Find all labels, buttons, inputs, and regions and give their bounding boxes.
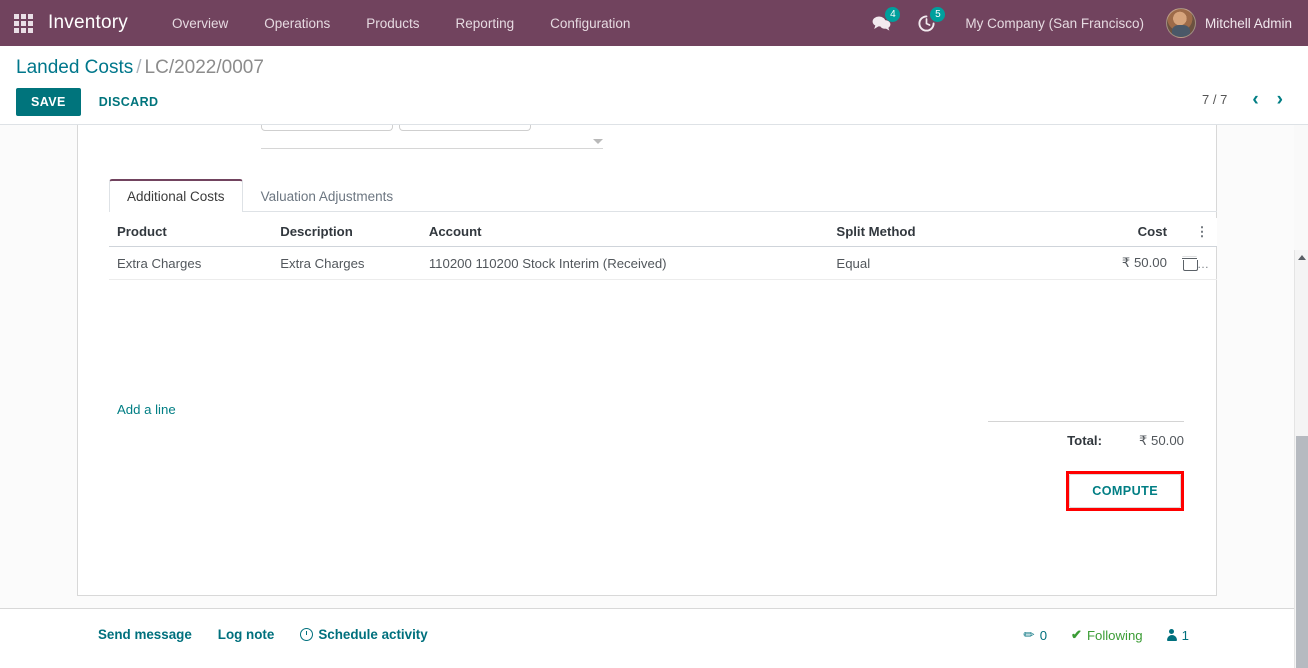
schedule-activity-label: Schedule activity <box>318 627 428 642</box>
following-toggle[interactable]: ✔ Following <box>1071 627 1143 643</box>
menu-overview[interactable]: Overview <box>154 0 246 46</box>
total-value: ₹ 50.00 <box>1138 433 1184 448</box>
followers-count: 1 <box>1181 627 1189 643</box>
clipped-field-underline <box>261 148 603 149</box>
vertical-dots-icon[interactable]: ⋮ <box>1195 225 1209 238</box>
clipped-field-left[interactable] <box>261 125 393 131</box>
apps-menu-button[interactable] <box>0 0 46 46</box>
form-sheet: Additional Costs Valuation Adjustments P… <box>77 125 1217 596</box>
table-header: Product Description Account Split Method… <box>109 218 1217 247</box>
discard-button[interactable]: DISCARD <box>87 89 171 115</box>
menu-configuration[interactable]: Configuration <box>532 0 648 46</box>
tab-additional-costs[interactable]: Additional Costs <box>109 179 243 212</box>
form-scroll-area: Additional Costs Valuation Adjustments P… <box>0 125 1308 668</box>
cell-account[interactable]: 110200 110200 Stock Interim (Received) <box>420 246 829 280</box>
clipped-form-fields <box>261 125 781 155</box>
add-a-line-button[interactable]: Add a line <box>117 402 176 417</box>
user-menu[interactable]: Mitchell Admin <box>1160 8 1308 38</box>
compute-button-highlight: COMPUTE <box>1066 471 1184 511</box>
cell-cost[interactable]: ₹ 50.00 <box>1083 246 1175 280</box>
check-icon: ✔ <box>1071 627 1082 642</box>
column-header-product[interactable]: Product <box>109 218 273 247</box>
breadcrumb-current-record: LC/2022/0007 <box>144 57 264 78</box>
table-body: Extra Charges Extra Charges 110200 11020… <box>109 246 1217 280</box>
cell-product[interactable]: Extra Charges <box>109 246 273 280</box>
activities-badge: 5 <box>930 7 946 22</box>
table-row[interactable]: Extra Charges Extra Charges 110200 11020… <box>109 246 1217 280</box>
messages-badge: 4 <box>885 7 901 22</box>
followers-button[interactable]: 1 <box>1166 627 1189 643</box>
breadcrumb-landed-costs[interactable]: Landed Costs <box>16 57 133 78</box>
menu-operations[interactable]: Operations <box>246 0 348 46</box>
chatter: Send message Log note Schedule activity … <box>0 608 1294 668</box>
chevron-down-icon[interactable] <box>593 139 603 144</box>
app-brand-inventory[interactable]: Inventory <box>48 12 128 34</box>
scroll-up-arrow-icon[interactable] <box>1295 250 1308 264</box>
pager-count[interactable]: 7 / 7 <box>1202 92 1227 107</box>
attachments-count: 0 <box>1039 627 1048 643</box>
company-switcher[interactable]: My Company (San Francisco) <box>949 16 1160 31</box>
column-header-description[interactable]: Description <box>272 218 421 247</box>
notebook-tabs: Additional Costs Valuation Adjustments <box>109 179 1217 212</box>
row-tools: … <box>1174 246 1217 280</box>
cell-description[interactable]: Extra Charges <box>272 246 421 280</box>
clipped-field-right[interactable] <box>399 125 531 131</box>
schedule-activity-button[interactable]: Schedule activity <box>300 627 428 642</box>
compute-button[interactable]: COMPUTE <box>1069 474 1181 508</box>
table-header-row: Product Description Account Split Method… <box>109 218 1217 247</box>
attachments-button[interactable]: ✎ 0 <box>1020 625 1048 643</box>
following-label: Following <box>1086 627 1143 643</box>
chatter-toolbar: Send message Log note Schedule activity … <box>0 609 1294 665</box>
paperclip-icon: ✎ <box>1019 625 1039 644</box>
trash-icon[interactable] <box>1182 257 1198 271</box>
menu-reporting[interactable]: Reporting <box>438 0 533 46</box>
user-name: Mitchell Admin <box>1204 15 1292 31</box>
totals-block: Total: ₹ 50.00 <box>988 421 1184 449</box>
messages-button[interactable]: 4 <box>859 0 904 46</box>
tab-valuation-adjustments[interactable]: Valuation Adjustments <box>243 179 412 212</box>
total-label: Total: <box>1067 433 1102 448</box>
column-header-cost[interactable]: Cost <box>1083 218 1175 247</box>
scrollbar-thumb[interactable] <box>1296 436 1308 668</box>
record-pager: 7 / 7 ‹ › <box>1202 90 1290 109</box>
additional-costs-table: Product Description Account Split Method… <box>109 218 1217 280</box>
column-header-split-method[interactable]: Split Method <box>828 218 1084 247</box>
vertical-scrollbar[interactable] <box>1294 250 1308 668</box>
navbar-right-group: 4 5 My Company (San Francisco) Mitchell … <box>859 0 1308 46</box>
record-action-buttons: SAVE DISCARD <box>16 88 170 116</box>
pager-next-icon[interactable]: › <box>1270 90 1290 109</box>
person-icon <box>1166 629 1177 641</box>
row-overflow-ellipsis: … <box>1197 256 1209 271</box>
breadcrumb: Landed Costs / LC/2022/0007 <box>16 56 264 80</box>
cell-split-method[interactable]: Equal <box>828 246 1084 280</box>
clock-icon <box>300 628 314 641</box>
optional-columns-header: ⋮ <box>1174 218 1217 247</box>
total-row: Total: ₹ 50.00 <box>988 422 1184 449</box>
apps-grid-icon <box>13 13 33 33</box>
chatter-status-group: ✎ 0 ✔ Following 1 <box>1020 625 1189 643</box>
control-panel: Landed Costs / LC/2022/0007 SAVE DISCARD 7… <box>0 46 1308 125</box>
avatar <box>1165 8 1196 38</box>
send-message-button[interactable]: Send message <box>98 627 192 642</box>
log-note-button[interactable]: Log note <box>218 627 275 642</box>
column-header-account[interactable]: Account <box>420 218 829 247</box>
activities-button[interactable]: 5 <box>904 0 949 46</box>
pager-previous-icon[interactable]: ‹ <box>1245 90 1265 109</box>
menu-products[interactable]: Products <box>348 0 437 46</box>
top-navbar: Inventory Overview Operations Products R… <box>0 0 1308 46</box>
save-button[interactable]: SAVE <box>16 88 81 116</box>
breadcrumb-separator: / <box>136 57 142 78</box>
